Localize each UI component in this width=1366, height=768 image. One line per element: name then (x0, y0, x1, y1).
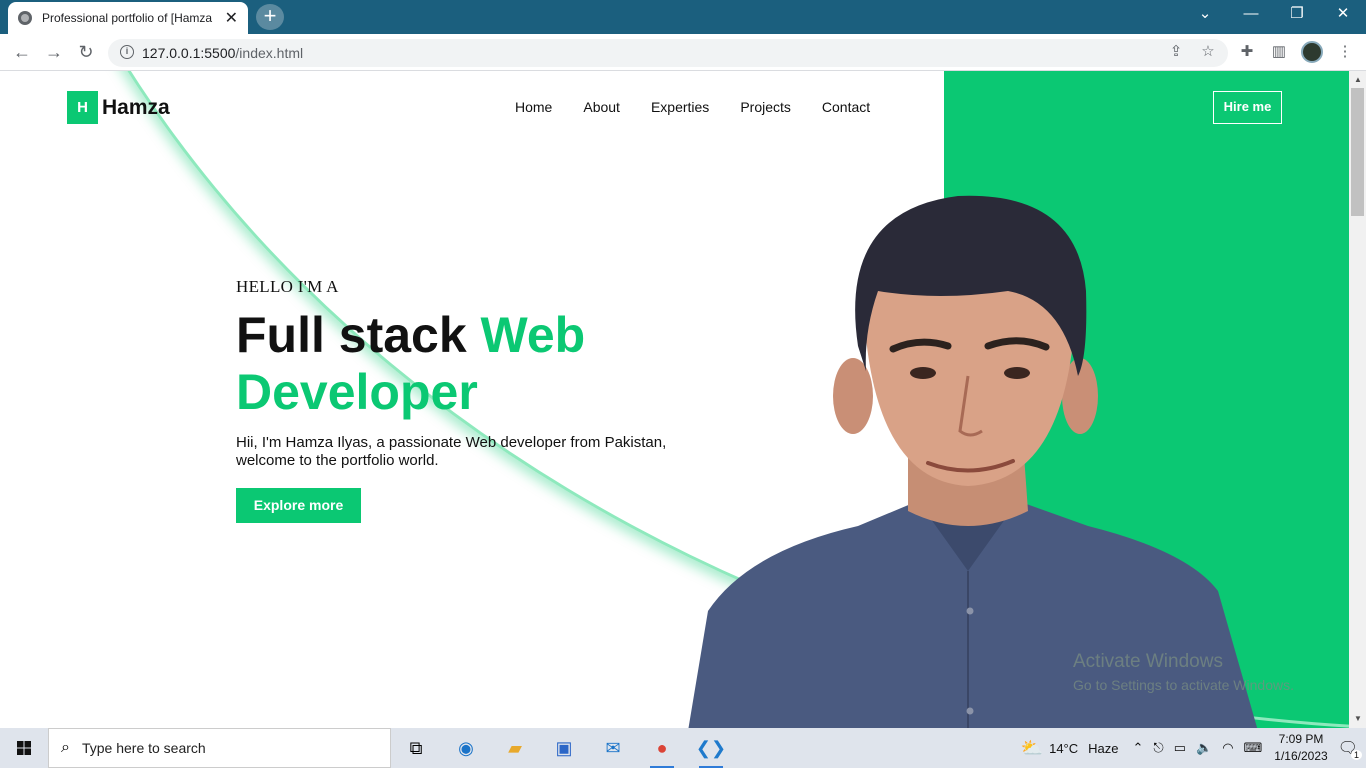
weather-icon[interactable]: ⛅ (1021, 738, 1043, 759)
close-window-button[interactable]: ✕ (1320, 0, 1366, 30)
hero-title: Full stack Web Developer (236, 307, 586, 420)
logo-name: Hamza (102, 95, 170, 119)
browser-tab[interactable]: Professional portfolio of [Hamza ✕ (8, 2, 248, 34)
search-icon: ⌕ (61, 739, 70, 756)
system-tray: ⛅ 14°C Haze ⌃ ⎋ ▭ 🔈 ◠ ⌨ 7:09 PM 1/16/202… (1021, 728, 1366, 768)
chevron-up-icon[interactable]: ⌃ (1133, 740, 1144, 756)
scroll-up-arrow[interactable]: ▲ (1353, 75, 1363, 84)
hero-kicker: HELLO I'M A (236, 277, 339, 296)
weather-desc[interactable]: Haze (1088, 741, 1118, 756)
reload-icon[interactable]: ↻ (74, 41, 98, 65)
wifi-icon[interactable]: ◠ (1222, 740, 1233, 756)
forward-arrow-icon[interactable]: → (42, 41, 66, 65)
site-info-icon[interactable]: i (120, 45, 134, 59)
scroll-down-arrow[interactable]: ▼ (1353, 714, 1363, 723)
nav-home[interactable]: Home (515, 99, 552, 115)
hero-description: Hii, I'm Hamza Ilyas, a passionate Web d… (236, 434, 667, 469)
battery-icon[interactable]: ▭ (1174, 740, 1186, 756)
nav-projects[interactable]: Projects (740, 99, 791, 115)
search-placeholder: Type here to search (81, 740, 206, 756)
logo-mark: H (67, 91, 98, 124)
mail-icon[interactable]: ✉ (593, 732, 633, 764)
microsoft-store-icon[interactable]: ▣ (544, 732, 584, 764)
page-viewport: H Hamza Home About Experties Projects Co… (0, 71, 1349, 728)
activate-windows-watermark: Activate Windows Go to Settings to activ… (1073, 651, 1294, 693)
back-arrow-icon[interactable]: ← (10, 41, 34, 65)
restore-button[interactable]: ❐ (1274, 0, 1320, 30)
taskbar-clock[interactable]: 7:09 PM 1/16/2023 (1274, 731, 1327, 765)
hire-me-button[interactable]: Hire me (1213, 91, 1282, 124)
nav-contact[interactable]: Contact (822, 99, 870, 115)
tab-title: Professional portfolio of [Hamza (42, 11, 213, 25)
menu-kebab-icon[interactable]: ⋮ (1334, 42, 1356, 64)
scrollbar-thumb[interactable] (1351, 88, 1364, 216)
meet-now-icon[interactable]: ⎋ (1153, 740, 1163, 756)
weather-temp[interactable]: 14°C (1049, 741, 1078, 756)
notification-icon[interactable]: 🗨 1 (1338, 738, 1362, 760)
bookmark-star-icon[interactable]: ☆ (1197, 42, 1219, 64)
file-explorer-icon[interactable]: ▰ (495, 732, 535, 764)
volume-icon[interactable]: 🔈 (1196, 740, 1212, 756)
globe-icon (18, 11, 32, 25)
tab-search-icon[interactable]: ⌄ (1182, 0, 1228, 30)
site-logo[interactable]: H Hamza (67, 91, 170, 124)
share-icon[interactable]: ⇪ (1165, 42, 1187, 64)
explore-more-button[interactable]: Explore more (236, 488, 361, 523)
windows-start-icon[interactable] (0, 728, 48, 768)
profile-photo (688, 195, 1258, 728)
main-nav: Home About Experties Projects Contact (515, 99, 901, 115)
notification-count: 1 (1350, 750, 1362, 760)
chrome-icon[interactable]: ● (642, 732, 682, 768)
address-bar[interactable]: i 127.0.0.1:5500/index.html (108, 39, 1228, 67)
extensions-icon[interactable]: ✚ (1236, 42, 1258, 64)
taskbar-search-box[interactable]: ⌕ Type here to search (48, 728, 391, 768)
language-icon[interactable]: ⌨ (1244, 740, 1263, 756)
minimize-button[interactable]: — (1228, 0, 1274, 30)
vscode-icon[interactable]: ❮❯ (691, 732, 731, 768)
task-view-icon[interactable]: ⧉ (396, 732, 436, 764)
edge-browser-icon[interactable]: ◉ (446, 732, 486, 764)
close-tab-icon[interactable]: ✕ (225, 8, 238, 28)
profile-avatar[interactable] (1301, 41, 1323, 63)
nav-experties[interactable]: Experties (651, 99, 709, 115)
url-text: 127.0.0.1:5500/index.html (142, 45, 304, 61)
nav-about[interactable]: About (583, 99, 620, 115)
browser-tab-bar: Professional portfolio of [Hamza ✕ + ⌄ —… (0, 0, 1366, 34)
side-panel-icon[interactable]: ▥ (1268, 42, 1290, 64)
new-tab-button[interactable]: + (256, 4, 284, 30)
windows-taskbar: ⌕ Type here to search ⧉ ◉ ▰ ▣ ✉ ● ❮❯ ⛅ 1… (0, 728, 1366, 768)
browser-toolbar: ← → ↻ i 127.0.0.1:5500/index.html ⇪ ☆ ✚ … (0, 34, 1366, 71)
